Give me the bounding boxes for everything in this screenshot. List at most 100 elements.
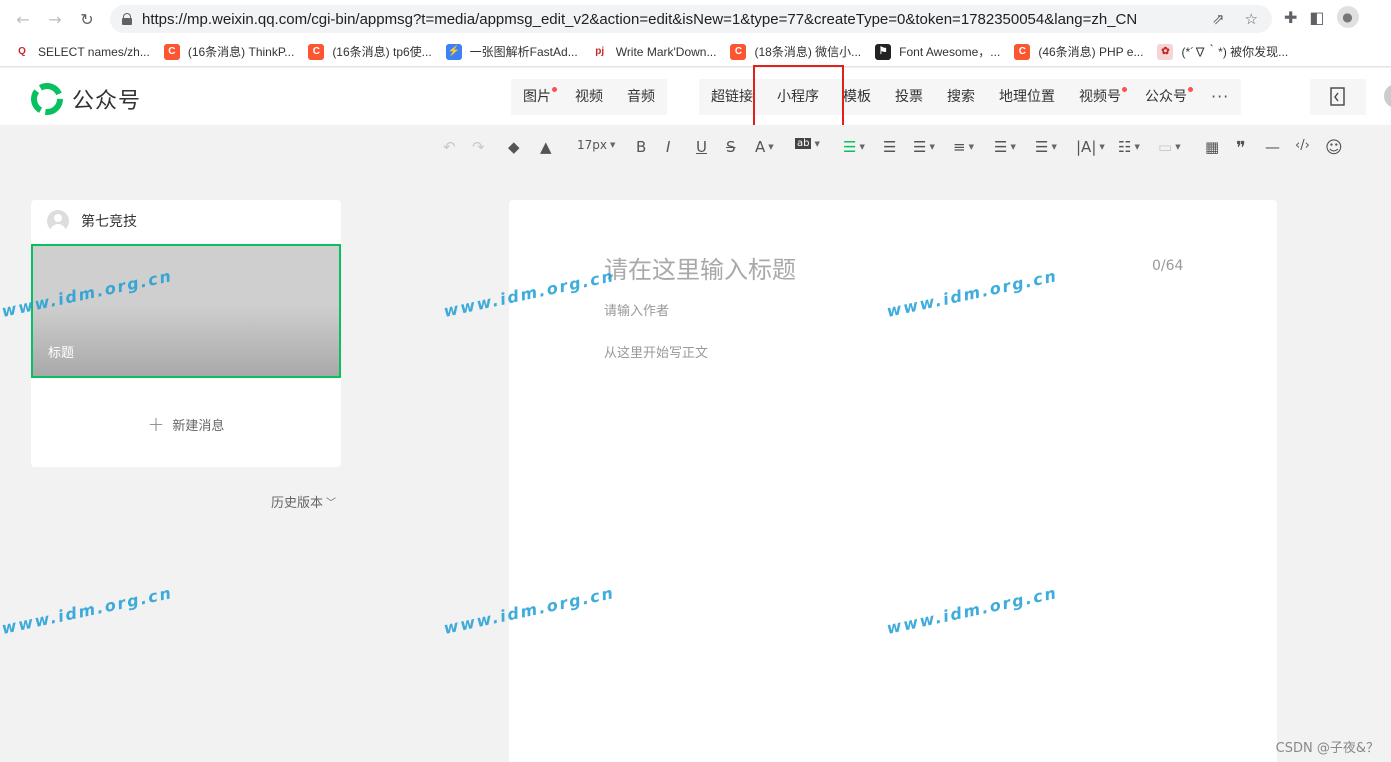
border-icon[interactable]: ▭ ▼	[1158, 138, 1181, 156]
insert-content-item[interactable]: 视频号	[1067, 79, 1133, 115]
new-message-label: 新建消息	[172, 418, 225, 434]
insert-content-item[interactable]: 模板	[831, 79, 883, 115]
list-icon[interactable]: ☷ ▼	[1118, 138, 1140, 156]
title-input[interactable]: 请在这里输入标题	[604, 250, 796, 285]
bookmarks-bar: Q SELECT names/zh... C (16条消息) ThinkP... C (1…	[0, 37, 1391, 67]
plus-icon: +	[147, 412, 165, 436]
reload-icon[interactable]: ↻	[74, 6, 100, 32]
article-cover-card[interactable]: 标题	[31, 244, 341, 378]
line-height-icon[interactable]: ☰ ▼	[994, 138, 1016, 156]
url-field[interactable]: https://mp.weixin.qq.com/cgi-bin/appmsg?…	[110, 5, 1272, 33]
forward-icon[interactable]: →	[42, 6, 68, 32]
insert-content-item[interactable]: 公众号	[1133, 79, 1199, 115]
insert-item-label: 小程序	[777, 89, 819, 105]
csdn-credit: CSDN @子夜&？	[1275, 741, 1379, 756]
align-icon[interactable]: ☰ ▼	[843, 138, 865, 156]
back-icon[interactable]: ←	[10, 6, 36, 32]
bookmark-label: (16条消息) tp6使...	[332, 45, 432, 59]
font-size-value: 17px	[577, 138, 607, 152]
url-text: https://mp.weixin.qq.com/cgi-bin/appmsg?…	[142, 10, 1138, 28]
wechat-mp-logo-icon	[31, 83, 63, 115]
insert-item-label: 音频	[627, 89, 655, 105]
editor-toolbar: ↶ ↷ ◆ ▲ 17px ▼ B I U S A ▼ ab ▼ ☰ ▼ ☰ ☰ ▼ ≡ ▼ …	[0, 125, 1391, 169]
strikethrough-icon[interactable]: S	[726, 138, 736, 156]
star-icon[interactable]: ☆	[1245, 10, 1258, 28]
account-header: 第七竞技	[47, 210, 137, 232]
bookmark-label: 一张图解析FastAd...	[469, 45, 578, 59]
share-icon[interactable]: ⇗	[1212, 10, 1225, 28]
bookmark-item[interactable]: pj Write Mark'Down...	[591, 43, 716, 60]
font-color-icon[interactable]: A ▼	[755, 138, 774, 156]
app-header: 公众号 图片 视频 音频 超链接 小程序 模板 投票 搜索 地理位置 视频号 公众号 ···	[0, 68, 1391, 125]
browser-address-bar: ← → ↻ https://mp.weixin.qq.com/cgi-bin/a…	[0, 0, 1391, 37]
bookmark-label: SELECT names/zh...	[38, 44, 150, 59]
side-panel-icon[interactable]: ◧	[1309, 8, 1324, 27]
insert-item-label: 地理位置	[999, 89, 1055, 105]
pj-icon: pj	[591, 43, 608, 60]
insert-content-item[interactable]: 小程序	[765, 79, 831, 115]
bookmark-label: (18条消息) 微信小...	[754, 45, 862, 59]
underline-icon[interactable]: U	[696, 138, 707, 156]
line-indent-icon[interactable]: ☰ ▼	[913, 138, 935, 156]
new-message-button[interactable]: + 新建消息	[31, 412, 341, 436]
history-label: 历史版本	[271, 496, 324, 511]
italic-icon[interactable]: I	[666, 138, 670, 156]
bookmark-item[interactable]: ✿ (*´∇｀*) 被你发现...	[1157, 43, 1288, 60]
user-avatar[interactable]	[1384, 84, 1391, 108]
bookmark-label: (16条消息) ThinkP...	[187, 45, 295, 59]
indent-icon[interactable]: ☰	[883, 138, 896, 156]
bookmark-item[interactable]: C (16条消息) ThinkP...	[163, 43, 295, 60]
bookmark-item[interactable]: C (18条消息) 微信小...	[730, 43, 861, 60]
bookmark-item[interactable]: ⚑ Font Awesome，...	[875, 43, 1000, 60]
insert-media-item[interactable]: 视频	[563, 79, 615, 115]
bookmark-label: (*´∇｀*) 被你发现...	[1181, 45, 1289, 59]
bookmark-item[interactable]: ⚡ 一张图解析FastAd...	[445, 43, 578, 60]
insert-item-label: 图片	[523, 89, 551, 105]
insert-media-item[interactable]: 音频	[615, 79, 667, 115]
font-size-select[interactable]: 17px ▼	[577, 138, 615, 152]
insert-item-label: 超链接	[711, 89, 753, 105]
author-input[interactable]: 请输入作者	[604, 300, 669, 319]
new-badge-dot	[552, 87, 557, 92]
sidebar-toggle-button[interactable]	[1310, 79, 1366, 115]
bookmark-item[interactable]: C (46条消息) PHP e...	[1014, 43, 1143, 60]
vertical-align-icon[interactable]: ≡ ▼	[953, 138, 974, 156]
logo[interactable]: 公众号	[30, 82, 141, 116]
media-insert-group: 图片 视频 音频	[511, 79, 667, 115]
emoji-icon[interactable]: ☺	[1325, 138, 1343, 158]
insert-content-item[interactable]: 超链接	[699, 79, 765, 115]
bookmark-item[interactable]: Q SELECT names/zh...	[14, 43, 150, 60]
extensions-icon[interactable]: ✚	[1284, 8, 1297, 27]
q-icon: Q	[14, 43, 30, 60]
flag-icon: ⚑	[875, 43, 892, 60]
profile-avatar[interactable]: ●	[1336, 6, 1359, 28]
insert-content-item[interactable]: 搜索	[935, 79, 987, 115]
format-brush-icon[interactable]: ◆	[508, 138, 520, 156]
article-list-panel: 第七竞技 标题 + 新建消息	[31, 200, 341, 467]
bookmark-item[interactable]: C (16条消息) tp6使...	[308, 43, 432, 60]
logo-text: 公众号	[72, 89, 142, 114]
insert-item-label: 公众号	[1145, 89, 1187, 105]
article-editor: 请在这里输入标题 0/64 请输入作者 从这里开始写正文	[509, 200, 1277, 762]
code-icon[interactable]: ‹/›	[1295, 138, 1310, 153]
history-version-button[interactable]: 历史版本 ﹀	[271, 492, 336, 511]
insert-media-item[interactable]: 图片	[511, 79, 563, 115]
insert-content-item[interactable]: 投票	[883, 79, 935, 115]
more-icon[interactable]: ···	[1199, 79, 1241, 115]
content-insert-group: 超链接 小程序 模板 投票 搜索 地理位置 视频号 公众号 ···	[699, 79, 1242, 115]
paragraph-spacing-icon[interactable]: ☰ ▼	[1035, 138, 1057, 156]
table-icon[interactable]: ▦	[1205, 138, 1219, 156]
body-editor[interactable]: 从这里开始写正文	[604, 342, 708, 361]
redo-icon[interactable]: ↷	[472, 138, 485, 156]
quote-icon[interactable]: ❞	[1236, 138, 1246, 159]
insert-content-item[interactable]: 地理位置	[987, 79, 1067, 115]
bolt-icon: ⚡	[445, 43, 462, 60]
undo-icon[interactable]: ↶	[443, 138, 456, 156]
divider-icon[interactable]: —	[1265, 138, 1280, 156]
watermark: www.idm.org.cn	[0, 583, 175, 638]
bold-icon[interactable]: B	[636, 138, 646, 156]
clear-format-icon[interactable]: ▲	[540, 138, 552, 156]
letter-spacing-icon[interactable]: |A| ▼	[1076, 138, 1105, 156]
rabbit-icon: ✿	[1157, 43, 1174, 60]
highlight-color-icon[interactable]: ab ▼	[795, 138, 820, 149]
